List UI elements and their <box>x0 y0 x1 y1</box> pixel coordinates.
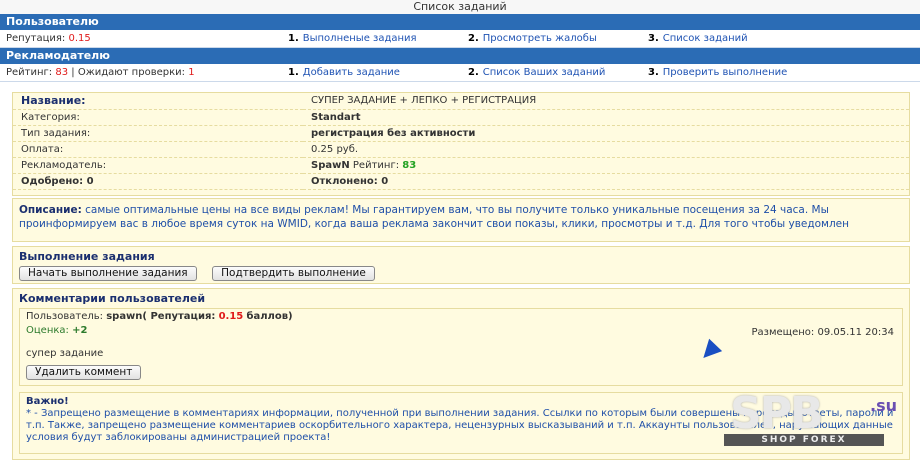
task-info-panel: Название: СУПЕР ЗАДАНИЕ + ЛЕПКО + РЕГИСТ… <box>12 92 910 196</box>
comment-text: супер задание <box>26 348 104 359</box>
page-title: Список заданий <box>0 0 920 14</box>
advertiser-rating-value: 83 <box>402 159 417 171</box>
description-panel: Описание: самые оптимальные цены на все … <box>12 198 910 242</box>
start-task-button[interactable]: Начать выполнение задания <box>19 266 197 281</box>
approved-label: Одобрено: <box>21 175 84 187</box>
comment-user-line: Пользователь: spawn( Репутация: 0.15 бал… <box>26 311 896 322</box>
task-payment-label: Оплата: <box>13 141 303 158</box>
comment-user-label: Пользователь: <box>26 311 104 322</box>
comment-posted-label: Размещено: <box>751 327 815 338</box>
link-num: 3. <box>648 33 659 44</box>
task-type-label: Тип задания: <box>13 125 303 142</box>
link-num: 1. <box>288 67 299 78</box>
execution-header: Выполнение задания <box>19 250 155 263</box>
reputation-info: Репутация: 0.15 <box>6 33 288 44</box>
watermark-logo: SPB .su SHOP FOREX <box>720 372 910 458</box>
task-advertiser-row: Рекламодатель: SpawN Рейтинг: 83 <box>13 157 909 174</box>
link-check-completion[interactable]: 3. Проверить выполнение <box>648 67 828 78</box>
task-info-table: Название: СУПЕР ЗАДАНИЕ + ЛЕПКО + РЕГИСТ… <box>13 93 909 190</box>
comment-reputation-value: 0.15 <box>218 311 244 322</box>
rejected-label: Отклонено: <box>311 175 378 187</box>
link-num: 1. <box>288 33 299 44</box>
execution-panel: Выполнение задания Начать выполнение зад… <box>12 246 910 284</box>
link-label[interactable]: Добавить задание <box>303 67 400 78</box>
task-category-value: Standart <box>303 109 909 126</box>
watermark-band: SHOP FOREX <box>724 434 884 446</box>
link-num: 2. <box>468 33 479 44</box>
advertiser-section-header: Рекламодателю <box>0 48 920 64</box>
comment-date: Размещено: 09.05.11 20:34 <box>752 327 895 338</box>
rating-label: Рейтинг: <box>6 67 53 78</box>
task-name-row: Название: СУПЕР ЗАДАНИЕ + ЛЕПКО + РЕГИСТ… <box>13 93 909 110</box>
rejected-value: 0 <box>381 175 389 187</box>
link-label[interactable]: Просмотреть жалобы <box>483 33 597 44</box>
comment-reputation-suffix: баллов) <box>246 311 293 322</box>
advertiser-info: Рейтинг: 83 | Ожидают проверки: 1 <box>6 67 288 78</box>
users-section-header: Пользователю <box>0 14 920 30</box>
task-type-row: Тип задания: регистрация без активности <box>13 125 909 142</box>
users-row: Репутация: 0.15 1. Выполненые задания 2. П… <box>0 30 920 48</box>
reputation-label: Репутация: <box>6 33 66 44</box>
watermark-suffix: .su <box>870 396 897 415</box>
task-payment-value: 0.25 руб. <box>303 141 909 158</box>
advertiser-row: Рейтинг: 83 | Ожидают проверки: 1 1. Доба… <box>0 64 920 82</box>
comment-reputation-label: ( Репутация: <box>142 311 216 322</box>
pending-value: 1 <box>188 67 195 78</box>
description-label: Описание: <box>19 204 82 216</box>
link-your-tasks[interactable]: 2. Список Ваших заданий <box>468 67 648 78</box>
separator: | <box>71 67 75 78</box>
reputation-value: 0.15 <box>68 33 91 44</box>
comments-header: Комментарии пользователей <box>19 292 206 305</box>
task-category-label: Категория: <box>13 109 303 126</box>
task-advertiser-value: SpawN Рейтинг: 83 <box>303 157 909 174</box>
task-advertiser-label: Рекламодатель: <box>13 157 303 174</box>
task-payment-row: Оплата: 0.25 руб. <box>13 141 909 158</box>
watermark-logo-text: SPB <box>730 388 823 439</box>
link-add-task[interactable]: 1. Добавить задание <box>288 67 468 78</box>
description-text: самые оптимальные цены на все виды рекла… <box>19 204 849 230</box>
task-stats-row: Одобрено: 0 Отклонено: 0 <box>13 173 909 190</box>
link-completed-tasks[interactable]: 1. Выполненые задания <box>288 33 468 44</box>
delete-comment-button[interactable]: Удалить коммент <box>26 365 142 380</box>
confirm-task-button[interactable]: Подтвердить выполнение <box>212 266 375 281</box>
link-task-list[interactable]: 3. Список заданий <box>648 33 828 44</box>
link-view-complaints[interactable]: 2. Просмотреть жалобы <box>468 33 648 44</box>
pending-label: Ожидают проверки: <box>77 67 185 78</box>
task-type-value: регистрация без активности <box>303 125 909 142</box>
link-num: 2. <box>468 67 479 78</box>
comment-user-name[interactable]: spawn <box>106 311 142 322</box>
rating-value: 83 <box>55 67 69 78</box>
comment-posted-value: 09.05.11 20:34 <box>817 327 894 338</box>
approved-value: 0 <box>86 175 94 187</box>
comment-score-label: Оценка: <box>26 325 69 336</box>
link-label[interactable]: Список Ваших заданий <box>483 67 606 78</box>
task-name-label: Название: <box>13 93 303 110</box>
link-label[interactable]: Список заданий <box>663 33 748 44</box>
approved-cell: Одобрено: 0 <box>13 173 303 190</box>
task-category-row: Категория: Standart <box>13 109 909 126</box>
advertiser-name[interactable]: SpawN <box>311 160 350 171</box>
link-num: 3. <box>648 67 659 78</box>
link-label[interactable]: Выполненые задания <box>303 33 417 44</box>
advertiser-rating-label: Рейтинг: <box>352 159 400 171</box>
rejected-cell: Отклонено: 0 <box>303 173 909 190</box>
link-label[interactable]: Проверить выполнение <box>663 67 788 78</box>
task-name-value: СУПЕР ЗАДАНИЕ + ЛЕПКО + РЕГИСТРАЦИЯ <box>303 93 909 110</box>
comment-score-value: +2 <box>72 325 88 336</box>
